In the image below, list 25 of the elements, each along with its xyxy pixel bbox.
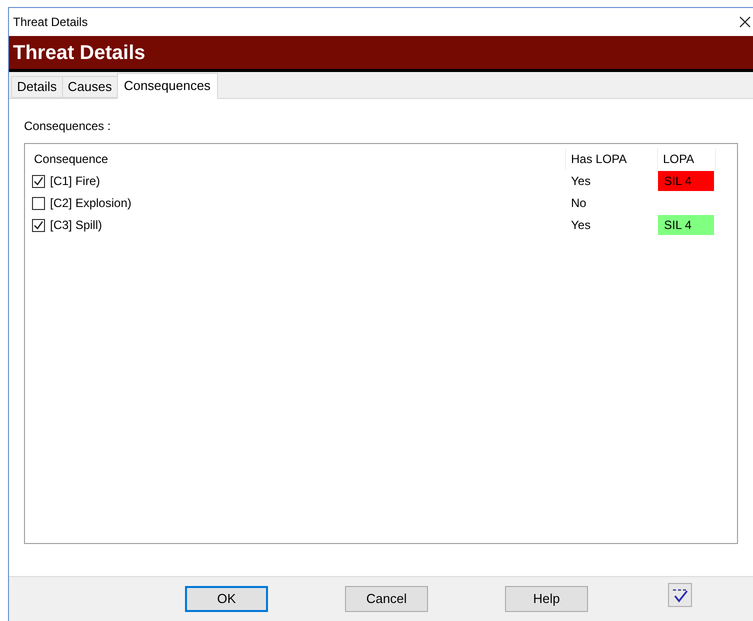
- dialog-button[interactable]: Cancel: [345, 586, 428, 612]
- consequence-name: [C3] Spill): [50, 217, 102, 234]
- tab[interactable]: Causes: [62, 76, 118, 98]
- lopa-badge: SIL 4: [658, 215, 714, 235]
- window-title: Threat Details: [13, 14, 88, 31]
- tab[interactable]: Details: [11, 76, 63, 98]
- spellcheck-icon[interactable]: [668, 583, 692, 607]
- tab[interactable]: Consequences: [116, 73, 218, 99]
- dialog-button[interactable]: OK: [185, 586, 268, 612]
- column-header: Has LOPA: [571, 151, 627, 168]
- section-label: Consequences :: [24, 118, 112, 135]
- checkbox[interactable]: [32, 196, 45, 210]
- checkbox[interactable]: [32, 174, 45, 188]
- column-header: Consequence: [34, 151, 108, 168]
- close-icon[interactable]: [739, 16, 751, 28]
- column-header: LOPA: [663, 151, 694, 168]
- checkbox[interactable]: [32, 218, 45, 232]
- dialog-button[interactable]: Help: [505, 586, 588, 612]
- table-cell: Yes: [571, 174, 591, 188]
- consequence-name: [C2] Explosion): [50, 195, 132, 212]
- banner-title: Threat Details: [13, 40, 146, 66]
- consequence-name: [C1] Fire): [50, 173, 100, 190]
- table-cell: No: [571, 196, 586, 210]
- lopa-badge: SIL 4: [658, 171, 714, 191]
- table-cell: Yes: [571, 218, 591, 232]
